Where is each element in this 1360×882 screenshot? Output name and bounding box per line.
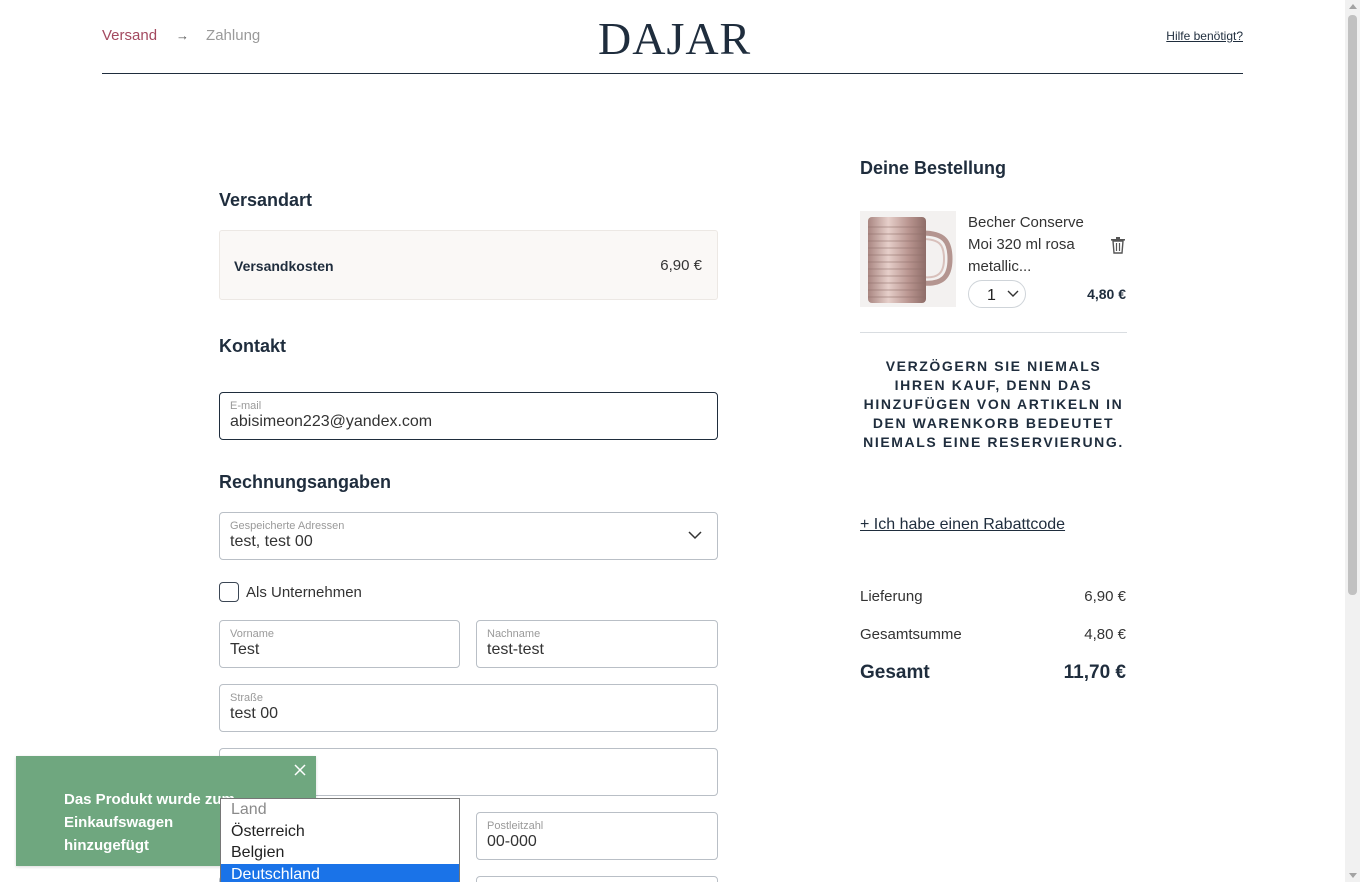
scrollbar-thumb[interactable] <box>1348 15 1357 595</box>
step-shipping[interactable]: Versand <box>102 27 157 44</box>
saved-addresses-value: test, test 00 <box>230 533 313 550</box>
country-option[interactable]: Österreich <box>221 821 459 843</box>
postal-code-value: 00-000 <box>487 833 537 850</box>
shipping-cost-value: 6,90 € <box>660 257 702 274</box>
delivery-row: Lieferung 6,90 € <box>860 588 1126 605</box>
street-value: test 00 <box>230 705 279 722</box>
postal-code-label: Postleitzahl <box>487 820 544 832</box>
total-row: Gesamt 11,70 € <box>860 662 1126 684</box>
scroll-up-icon[interactable] <box>1349 4 1357 9</box>
phone-field[interactable] <box>476 876 718 882</box>
delivery-label: Lieferung <box>860 588 923 605</box>
email-label: E-mail <box>230 400 262 412</box>
quantity-select[interactable]: 1 <box>968 280 1026 308</box>
email-field[interactable]: E-mail abisimeon223@yandex.com <box>219 392 718 440</box>
product-name[interactable]: Becher Conserve Moi 320 ml rosa metallic… <box>968 212 1093 278</box>
total-label: Gesamt <box>860 662 930 683</box>
firstname-field[interactable]: Vorname Test <box>219 620 460 668</box>
shipping-title: Versandart <box>219 190 313 210</box>
close-icon[interactable] <box>294 764 306 776</box>
chevron-down-icon <box>688 531 702 540</box>
postal-code-field[interactable]: Postleitzahl 00-000 <box>476 812 718 860</box>
contact-title: Kontakt <box>219 336 286 356</box>
street-label: Straße <box>230 692 264 704</box>
shipping-method-option[interactable]: Versandkosten 6,90 € <box>219 230 718 300</box>
quantity-value: 1 <box>987 287 996 304</box>
checkout-header: Versand → Zahlung DAJAR Hilfe benötigt? <box>102 0 1243 74</box>
step-payment: Zahlung <box>206 27 261 44</box>
lastname-value: test-test <box>487 641 544 658</box>
lastname-label: Nachname <box>487 628 541 640</box>
shipping-cost-label: Versandkosten <box>234 258 334 274</box>
product-price: 4,80 € <box>1087 286 1126 302</box>
street-field[interactable]: Straße test 00 <box>219 684 718 732</box>
total-value: 11,70 € <box>1063 662 1126 683</box>
country-dropdown-list: Land Österreich Belgien Deutschland <box>220 798 460 882</box>
discount-code-link[interactable]: + Ich habe einen Rabattcode <box>860 516 1065 534</box>
chevron-down-icon <box>1007 290 1019 297</box>
country-option-selected[interactable]: Deutschland <box>221 863 459 882</box>
checkout-steps: Versand → Zahlung <box>102 27 260 44</box>
divider <box>860 332 1127 333</box>
country-option-placeholder: Land <box>231 801 267 818</box>
order-title: Deine Bestellung <box>860 158 1007 178</box>
subtotal-label: Gesamtsumme <box>860 626 962 643</box>
email-value: abisimeon223@yandex.com <box>230 413 433 430</box>
arrow-right-icon: → <box>176 28 190 43</box>
company-checkbox-label[interactable]: Als Unternehmen <box>246 584 362 601</box>
reservation-notice: VERZÖGERN SIE NIEMALS IHREN KAUF, DENN D… <box>863 358 1124 450</box>
saved-addresses-label: Gespeicherte Adressen <box>230 520 345 532</box>
subtotal-value: 4,80 € <box>1084 626 1126 643</box>
product-image <box>860 211 956 307</box>
country-option[interactable]: Belgien <box>221 842 459 864</box>
billing-title: Rechnungsangaben <box>219 472 392 492</box>
scroll-down-icon[interactable] <box>1349 873 1357 878</box>
firstname-label: Vorname <box>230 628 275 640</box>
firstname-value: Test <box>230 641 260 658</box>
brand-logo[interactable]: DAJAR <box>598 12 751 65</box>
saved-addresses-select[interactable]: Gespeicherte Adressen test, test 00 <box>219 512 718 560</box>
help-link[interactable]: Hilfe benötigt? <box>1166 29 1243 43</box>
trash-icon[interactable] <box>1110 236 1126 254</box>
subtotal-row: Gesamtsumme 4,80 € <box>860 626 1126 643</box>
page-scrollbar[interactable] <box>1345 0 1360 882</box>
delivery-value: 6,90 € <box>1084 588 1126 605</box>
lastname-field[interactable]: Nachname test-test <box>476 620 718 668</box>
company-checkbox[interactable] <box>219 582 239 602</box>
